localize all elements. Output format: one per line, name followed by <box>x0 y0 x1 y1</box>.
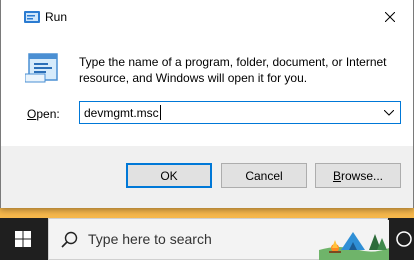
dialog-title: Run <box>45 10 68 24</box>
task-view-icon[interactable] <box>394 230 414 248</box>
open-combobox[interactable] <box>79 101 401 124</box>
run-title-icon <box>24 11 40 23</box>
search-icon <box>61 231 78 248</box>
run-icon <box>25 53 58 83</box>
open-label-accel: O <box>27 107 37 121</box>
open-input[interactable] <box>80 102 376 123</box>
search-highlight-art <box>319 220 389 260</box>
dialog-titlebar[interactable]: Run <box>1 0 413 34</box>
dialog-description: Type the name of a program, folder, docu… <box>79 55 387 85</box>
cancel-button[interactable]: Cancel <box>221 163 307 188</box>
browse-button[interactable]: Browse... <box>315 163 401 188</box>
text-caret <box>160 105 161 120</box>
run-dialog: Run Type the name of a program, folder, … <box>0 0 414 208</box>
taskbar-search-box[interactable]: Type here to search <box>48 218 389 260</box>
taskbar: Type here to search <box>0 218 414 260</box>
ok-button[interactable]: OK <box>126 163 212 188</box>
close-icon <box>385 12 395 22</box>
open-dropdown-button[interactable] <box>378 102 400 123</box>
dialog-button-area: OK Cancel Browse... <box>1 146 413 208</box>
dialog-content: Type the name of a program, folder, docu… <box>1 34 413 146</box>
chevron-down-icon <box>384 109 394 116</box>
browse-accel: B <box>332 168 341 183</box>
open-label: Open: <box>27 107 60 121</box>
windows-start-icon <box>15 231 31 247</box>
start-button[interactable] <box>0 218 46 260</box>
open-label-rest: pen: <box>36 107 60 121</box>
search-placeholder: Type here to search <box>88 231 212 247</box>
close-button[interactable] <box>367 0 413 34</box>
browse-rest: rowse... <box>341 168 384 183</box>
